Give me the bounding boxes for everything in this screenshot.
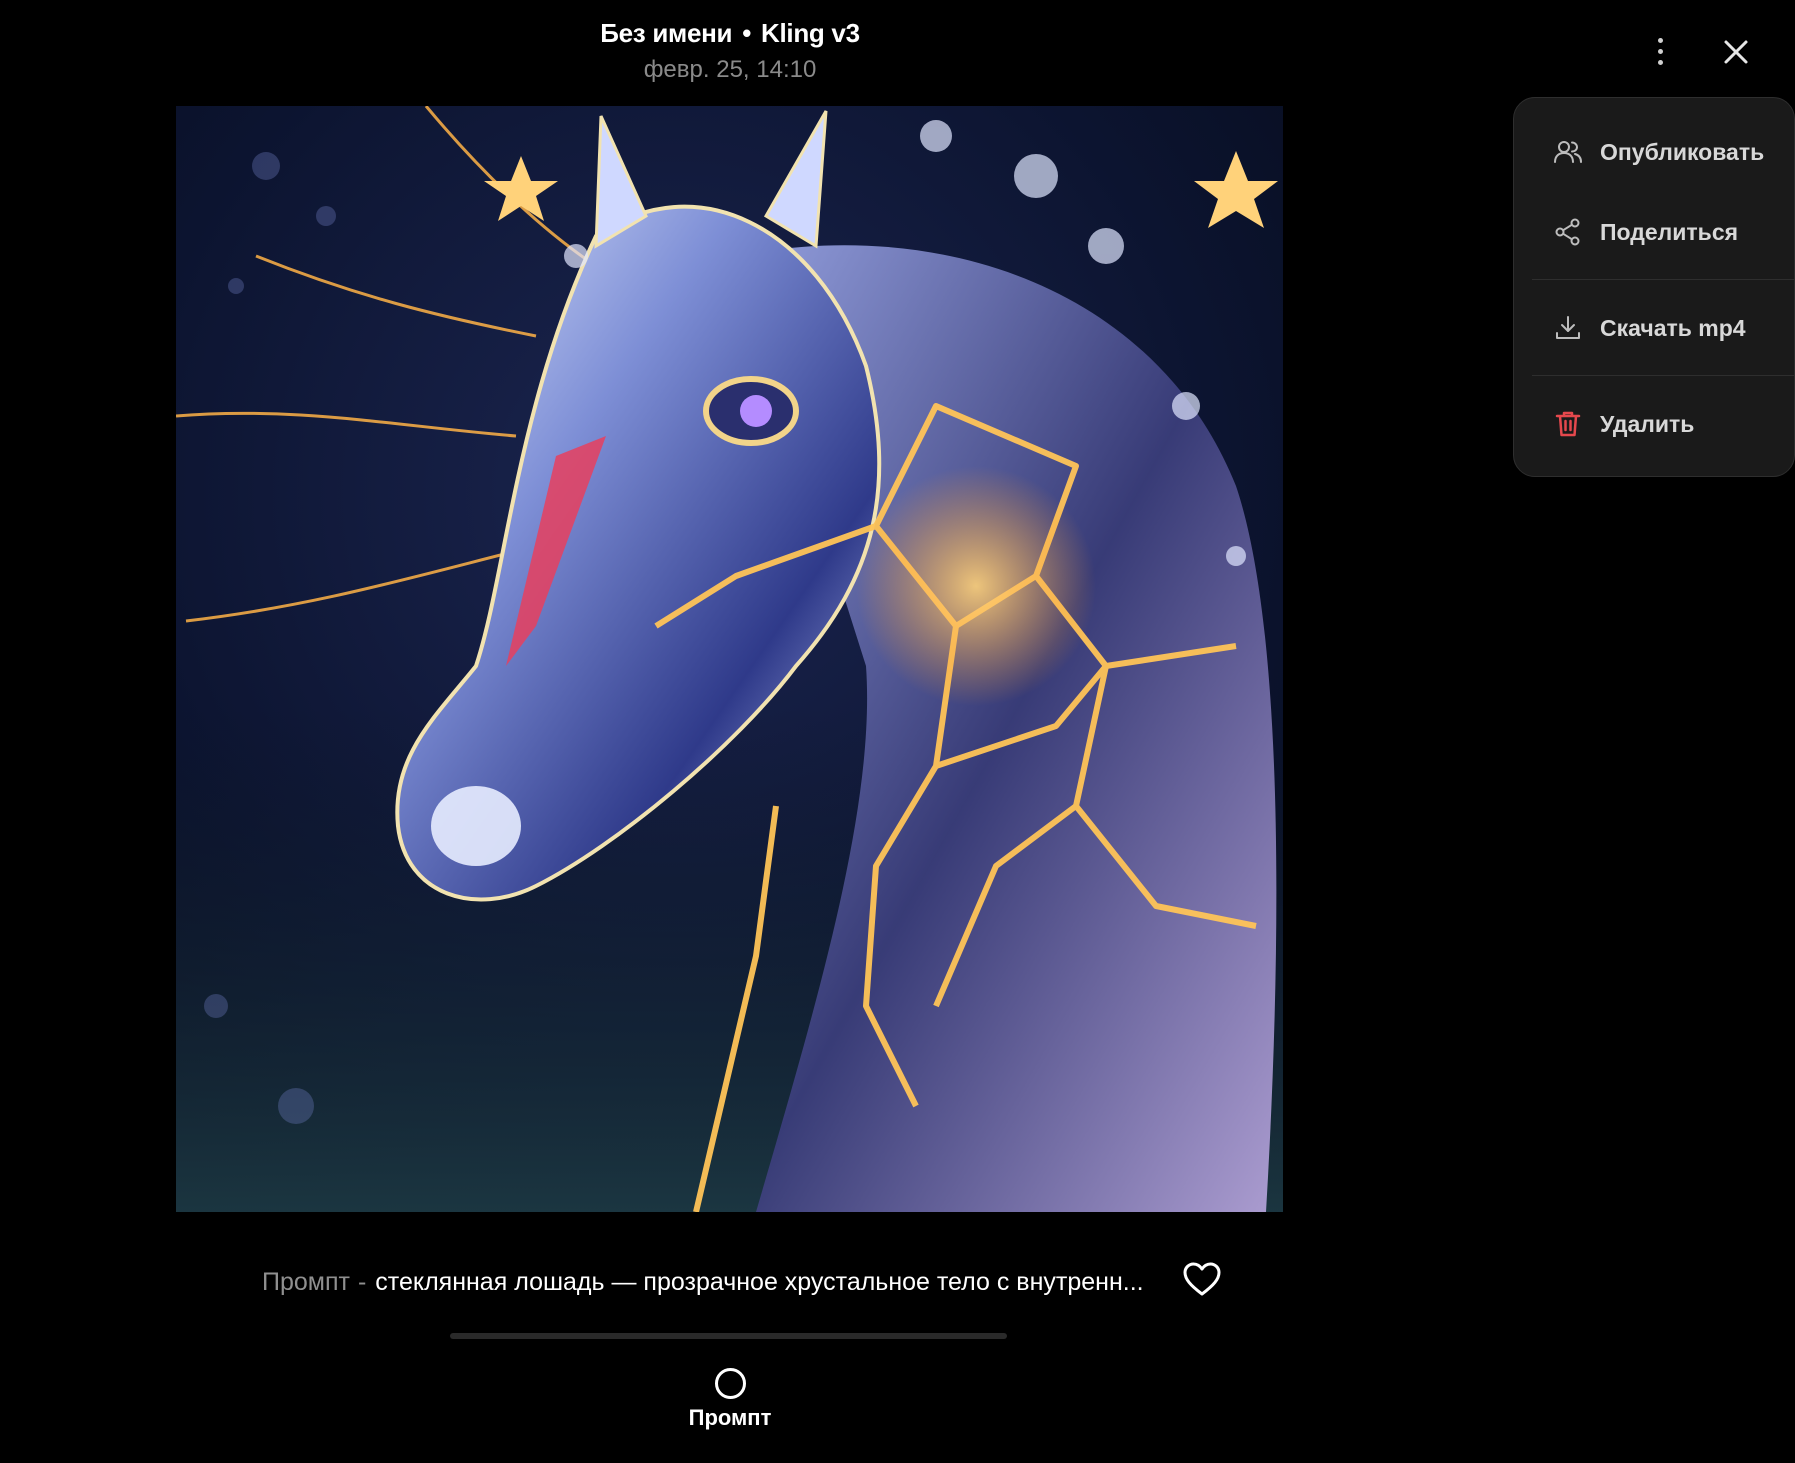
video-date: февр. 25, 14:10 — [643, 56, 817, 83]
users-icon — [1551, 135, 1585, 169]
menu-divider — [1532, 279, 1795, 280]
menu-item-download[interactable]: Скачать mp4 — [1514, 298, 1795, 358]
tab-prompt-label: Промпт — [688, 1405, 772, 1430]
menu-divider — [1532, 375, 1795, 376]
menu-item-publish[interactable]: Опубликовать — [1514, 122, 1795, 182]
download-icon — [1551, 311, 1585, 345]
video-frame-image — [176, 106, 1283, 1212]
prompt-label: Промпт — [262, 1267, 350, 1296]
circle-icon — [714, 1368, 746, 1399]
menu-item-share[interactable]: Поделиться — [1514, 202, 1795, 262]
more-dot-icon — [1657, 48, 1663, 54]
video-player[interactable] — [176, 106, 1283, 1212]
trash-icon — [1551, 407, 1585, 441]
more-dot-icon — [1657, 59, 1663, 65]
title-name: Без имени — [600, 18, 733, 48]
prompt-preview[interactable]: Промпт - стеклянная лошадь — прозрачное хр… — [262, 1262, 1162, 1302]
model-name: Kling v3 — [761, 18, 860, 48]
menu-item-label: Опубликовать — [1600, 138, 1765, 165]
options-menu: Опубликовать Поделиться Скачать mp4 Удал… — [1513, 97, 1795, 477]
more-options-button[interactable] — [1640, 34, 1680, 68]
close-icon — [1724, 40, 1748, 64]
menu-item-delete[interactable]: Удалить — [1514, 394, 1795, 454]
video-title: Без имени • Kling v3 — [0, 18, 1460, 49]
prompt-separator: - — [357, 1267, 367, 1296]
close-button[interactable] — [1714, 30, 1758, 74]
menu-item-label: Скачать mp4 — [1600, 314, 1746, 341]
prompt-text: стеклянная лошадь — прозрачное хрустальн… — [375, 1267, 1144, 1296]
menu-item-label: Поделиться — [1600, 218, 1739, 245]
viewer-page: Без имени • Kling v3 февр. 25, 14:10 Про… — [0, 0, 1795, 1463]
more-dot-icon — [1657, 37, 1663, 43]
menu-item-label: Удалить — [1600, 410, 1695, 437]
playback-progress-bar[interactable] — [450, 1333, 1007, 1339]
heart-icon — [1183, 1262, 1221, 1296]
tab-prompt[interactable]: Промпт — [668, 1368, 792, 1438]
share-icon — [1551, 215, 1585, 249]
like-button[interactable] — [1180, 1258, 1224, 1302]
title-separator: • — [742, 18, 752, 48]
